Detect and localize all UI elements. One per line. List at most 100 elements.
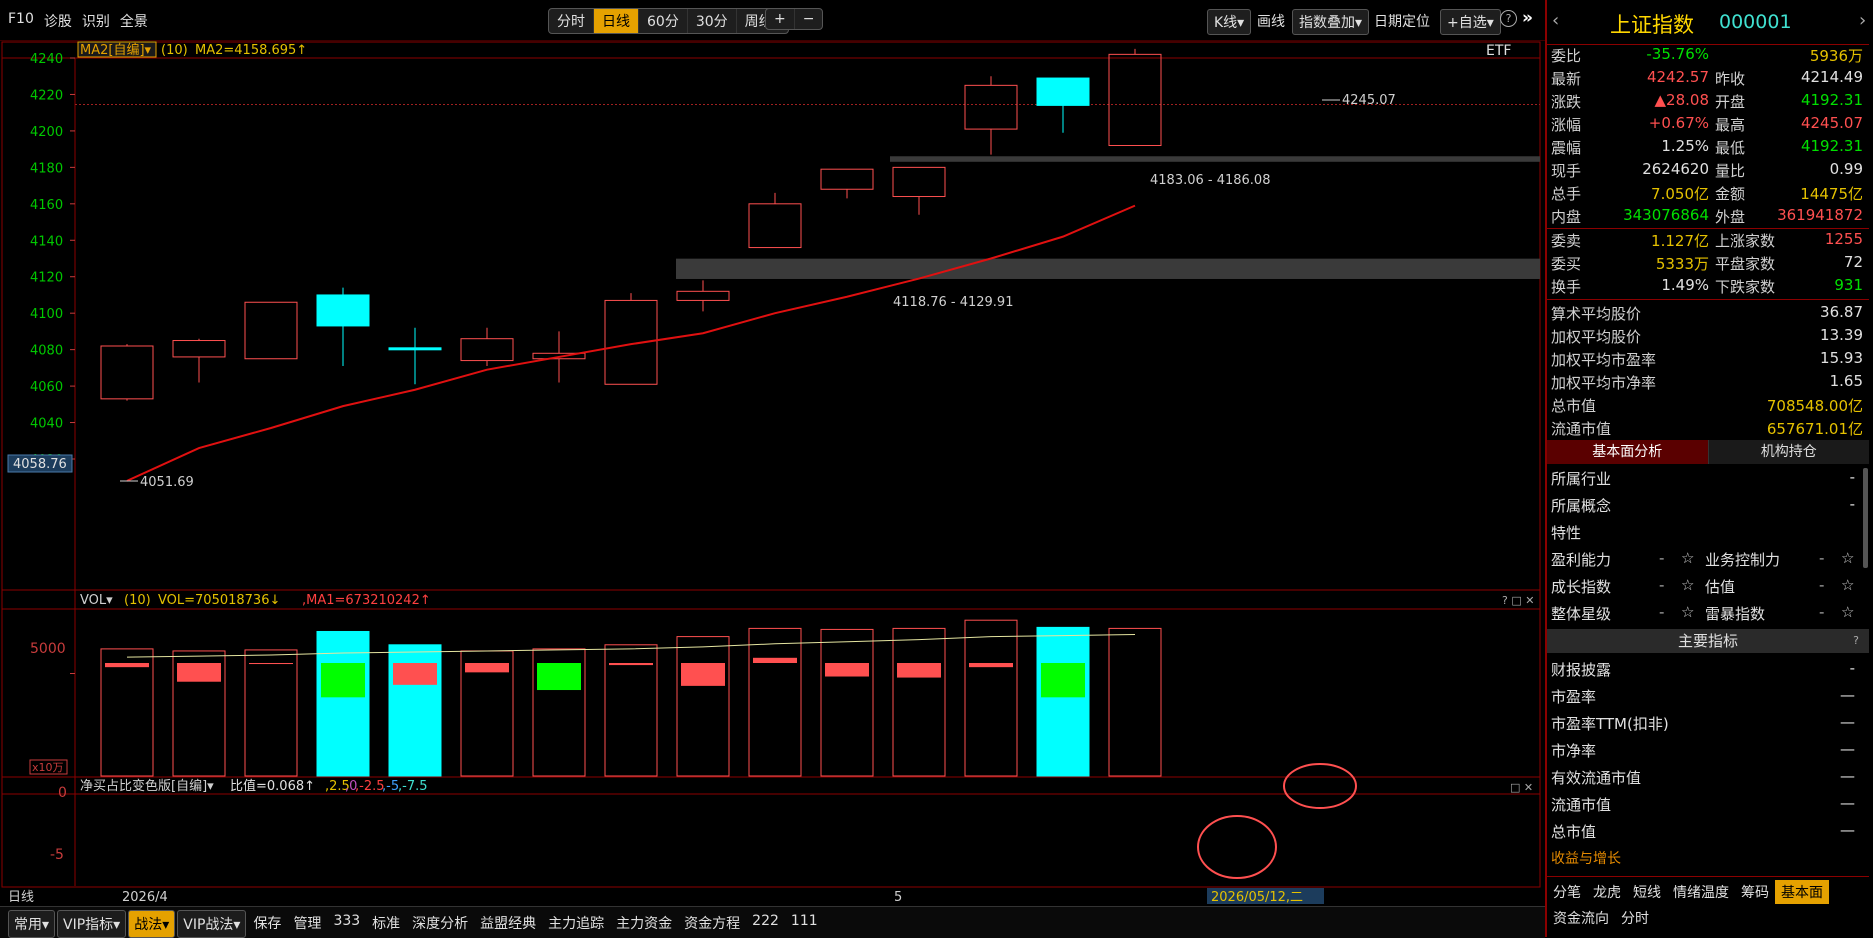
x-axis-period-label[interactable]: 日线 — [8, 890, 34, 905]
chart-svg[interactable]: MA2[自编]▾ (10) MA2=4158.695↑ ETF 4240 4220… — [0, 40, 1545, 906]
chart-area[interactable]: MA2[自编]▾ (10) MA2=4158.695↑ ETF 4240 4220… — [0, 40, 1545, 906]
indicator-panel-controls[interactable]: □ ✕ — [1510, 781, 1533, 794]
panorama-link[interactable]: 全景 — [120, 11, 148, 31]
kline-dropdown[interactable]: K线▾ — [1207, 9, 1252, 35]
bottom-item[interactable]: 资金方程 — [679, 910, 745, 938]
bottom-item[interactable]: VIP指标▾ — [57, 910, 127, 938]
tab-daily[interactable]: 日线 — [594, 9, 639, 33]
bottom-item[interactable]: 深度分析 — [407, 910, 473, 938]
star-icon[interactable]: ☆ — [1841, 603, 1854, 621]
y-axis-ticks: 4240 4220 4200 4180 4160 4140 4120 4100 4080 4060… — [30, 52, 75, 468]
vol-header-name[interactable]: VOL▾ — [80, 593, 113, 608]
star-icon[interactable]: ☆ — [1681, 549, 1694, 567]
growth-section-link[interactable]: 收益与增长 — [1551, 848, 1621, 868]
zoom-out-button[interactable]: − — [795, 9, 823, 29]
diagnose-link[interactable]: 诊股 — [44, 11, 72, 31]
quote-label: 委卖 — [1551, 232, 1582, 250]
bottom-tab[interactable]: 分笔 — [1547, 880, 1587, 904]
bottom-item[interactable]: 333 — [328, 910, 365, 938]
f10-link[interactable]: F10 — [8, 11, 34, 31]
tab-60min[interactable]: 60分 — [639, 9, 688, 33]
bottom-tab[interactable]: 资金流向 — [1547, 906, 1615, 930]
bottom-tab[interactable]: 龙虎 — [1587, 880, 1627, 904]
quote-value: 15.93 — [1820, 349, 1863, 367]
bottom-item[interactable]: 保存 — [248, 910, 286, 938]
current-price-label: 4058.76 — [13, 457, 67, 472]
quote-value: 708548.00亿 — [1766, 397, 1863, 415]
add-watchlist-dropdown[interactable]: +自选▾ — [1440, 9, 1501, 35]
indicator-row: 财报披露 - — [1547, 659, 1869, 685]
quote-value: 4192.31 — [1800, 137, 1863, 155]
bottom-item[interactable]: 战法▾ — [128, 910, 176, 938]
indicator-header-name[interactable]: 净买占比变色版[自编]▾ — [80, 778, 214, 794]
bottom-item[interactable]: 主力资金 — [611, 910, 677, 938]
y-tick-label: 4120 — [30, 271, 63, 286]
quote-row: 委卖 1.127亿 上涨家数 1255 — [1547, 230, 1869, 253]
quote-label: 加权平均市盈率 — [1551, 351, 1657, 369]
help-icon[interactable]: ? — [1500, 10, 1517, 27]
tab-fundamental[interactable]: 基本面分析 — [1547, 440, 1708, 464]
quote-row: 现手 2624620 量比 0.99 — [1547, 160, 1869, 183]
vol-unit-label: x10万 — [32, 761, 64, 774]
bottom-tab[interactable]: 短线 — [1627, 880, 1667, 904]
star-icon[interactable]: ☆ — [1681, 576, 1694, 594]
quote-label: 换手 — [1551, 278, 1582, 296]
bottom-tab[interactable]: 基本面 — [1775, 880, 1829, 904]
bottom-item[interactable]: 常用▾ — [8, 910, 56, 938]
quote-label: 委比 — [1551, 47, 1582, 65]
field-label: 总市值 — [1551, 823, 1597, 841]
bottom-tab[interactable]: 分时 — [1615, 906, 1655, 930]
tab-institution[interactable]: 机构持仓 — [1707, 440, 1869, 464]
quote-label: 加权平均市净率 — [1551, 374, 1657, 392]
feature-label: 雷暴指数 — [1705, 605, 1766, 623]
field-label: 有效流通市值 — [1551, 769, 1642, 787]
volume-bar — [964, 619, 1018, 777]
vol-header-value: VOL=705018736↓ — [158, 593, 280, 608]
indicator-bar — [681, 663, 725, 686]
index-overlay-dropdown[interactable]: 指数叠加▾ — [1292, 9, 1370, 35]
bottom-item[interactable]: 222 — [747, 910, 784, 938]
vol-panel-controls[interactable]: ? □ ✕ — [1502, 594, 1534, 607]
quote-value: 5333万 — [1655, 255, 1709, 273]
identify-link[interactable]: 识别 — [82, 11, 110, 31]
quote-row: 涨幅 +0.67% 最高 4245.07 — [1547, 114, 1869, 137]
etf-label[interactable]: ETF — [1486, 43, 1511, 59]
bottom-item[interactable]: 主力追踪 — [543, 910, 609, 938]
tab-30min[interactable]: 30分 — [688, 9, 737, 33]
feature-value: - — [1819, 576, 1825, 594]
bottom-tab[interactable]: 筹码 — [1735, 880, 1775, 904]
next-stock-icon[interactable]: › — [1859, 10, 1866, 31]
quote-value: 0.99 — [1829, 160, 1863, 178]
bottom-item[interactable]: 益盟经典 — [475, 910, 541, 938]
star-icon[interactable]: ☆ — [1681, 603, 1694, 621]
scrollbar[interactable] — [1863, 468, 1868, 568]
main-indicator-name[interactable]: MA2[自编]▾ — [80, 43, 152, 58]
star-icon[interactable]: ☆ — [1841, 576, 1854, 594]
candle-body — [388, 347, 442, 351]
candlesticks — [100, 48, 1162, 401]
indicator-bar — [537, 663, 581, 691]
indicator-level-4: ,-5 — [382, 779, 399, 794]
bottom-item[interactable]: 管理 — [288, 910, 326, 938]
indicator-level-5: ,-7.5 — [398, 779, 428, 794]
draw-line-button[interactable]: 画线 — [1257, 11, 1285, 31]
date-locate-button[interactable]: 日期定位 — [1374, 11, 1430, 31]
indicator-level-3: ,-2.5 — [355, 779, 385, 794]
bottom-item[interactable]: 111 — [786, 910, 823, 938]
star-icon[interactable]: ☆ — [1841, 549, 1854, 567]
zoom-in-button[interactable]: + — [766, 9, 795, 29]
quote-label: 委买 — [1551, 255, 1582, 273]
feature-label: 业务控制力 — [1705, 551, 1781, 569]
y-tick-label: 4060 — [30, 380, 63, 395]
bottom-item[interactable]: 标准 — [367, 910, 405, 938]
tab-intraday[interactable]: 分时 — [549, 9, 594, 33]
bottom-tab[interactable]: 情绪温度 — [1667, 880, 1735, 904]
bottom-item[interactable]: VIP战法▾ — [177, 910, 247, 938]
help-icon[interactable]: ? — [1853, 629, 1859, 653]
double-chevron-right-icon[interactable]: » — [1522, 8, 1533, 28]
indicator-bar — [825, 663, 869, 677]
vol-header-period: (10) — [124, 593, 151, 608]
prev-stock-icon[interactable]: ‹ — [1552, 10, 1559, 31]
concept-row: 所属概念 - — [1547, 495, 1869, 521]
quote-value: 4214.49 — [1800, 68, 1863, 86]
